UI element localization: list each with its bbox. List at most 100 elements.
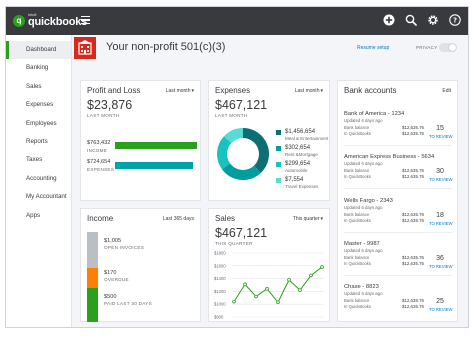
bank-account-name[interactable]: Bank of America - 1234 <box>344 111 404 117</box>
sales-card[interactable]: Sales This quarter▾ $467,121 THIS QUARTE… <box>208 208 330 322</box>
plus-icon[interactable] <box>382 13 396 27</box>
expenses-period-dropdown[interactable]: Last month▾ <box>295 88 323 94</box>
legend-swatch <box>276 146 281 151</box>
to-review-link[interactable]: TO REVIEW <box>429 307 452 312</box>
divider <box>344 188 452 189</box>
y-tick-label: $1000 <box>214 302 226 307</box>
company-name: Your non-profit 501(c)(3) <box>106 41 226 53</box>
to-review-link[interactable]: TO REVIEW <box>429 134 452 139</box>
bank-edit-link[interactable]: Edit <box>442 88 451 94</box>
svg-text:?: ? <box>453 17 457 25</box>
expenses-total-label: LAST MONTH <box>215 113 248 118</box>
review-count[interactable]: 25 <box>430 298 450 305</box>
company-logo <box>74 37 96 59</box>
income-open-amount: $1,005 <box>104 238 122 244</box>
sales-data-point[interactable] <box>243 282 247 287</box>
sales-data-point[interactable] <box>287 278 291 282</box>
y-tick-label: $1800 <box>214 251 226 256</box>
y-tick-label: $1400 <box>214 276 226 281</box>
sales-line-chart[interactable]: $1800 $1600 $1400 $1200 $1000 $800 <box>212 249 328 321</box>
sales-data-point[interactable] <box>309 273 313 278</box>
income-card[interactable]: Income Last 365 days $1,005 OPEN INVOICE… <box>80 208 201 322</box>
net-income-label: LAST MONTH <box>87 113 120 118</box>
legend-swatch <box>276 162 281 167</box>
expenses-card[interactable]: Expenses Last month▾ $467,121 LAST MONTH… <box>208 80 330 201</box>
to-review-link[interactable]: TO REVIEW <box>429 177 452 182</box>
expenses-label: EXPENSES <box>87 167 115 172</box>
expenses-donut-chart[interactable] <box>215 126 271 182</box>
bank-account-name[interactable]: American Express Business - 5634 <box>344 154 434 160</box>
sales-data-point[interactable] <box>254 294 258 299</box>
review-count[interactable]: 36 <box>430 255 450 262</box>
income-bar-open[interactable] <box>87 232 98 268</box>
bank-updated: Updated 6 days ago <box>344 248 383 253</box>
top-icons: ? <box>382 13 462 27</box>
income-bar-overdue[interactable] <box>87 268 98 288</box>
bank-account-name[interactable]: Wells Fargo - 2343 <box>344 198 393 204</box>
sales-period-dropdown[interactable]: This quarter▾ <box>293 216 323 222</box>
sales-data-point[interactable] <box>320 265 324 269</box>
sales-data-point[interactable] <box>265 287 269 291</box>
sidebar-item-sales[interactable]: Sales <box>6 78 71 96</box>
quickbooks-logo[interactable]: q intuit quickbooks <box>13 13 87 28</box>
chevron-down-icon: ▾ <box>320 88 323 94</box>
resume-setup-link[interactable]: Resume setup <box>357 45 389 51</box>
sidebar-item-taxes[interactable]: Taxes <box>6 151 71 169</box>
sidebar-item-reports[interactable]: Reports <box>6 133 71 151</box>
review-count[interactable]: 15 <box>430 125 450 132</box>
legend-swatch <box>276 178 281 183</box>
income-period: Last 365 days <box>162 216 194 222</box>
hamburger-menu-icon[interactable] <box>81 16 90 24</box>
income-open-label: OPEN INVOICES <box>104 245 145 250</box>
sidebar-item-employees[interactable]: Employees <box>6 115 71 133</box>
sidebar-item-apps[interactable]: Apps <box>6 207 71 225</box>
income-bar-paid[interactable] <box>87 288 98 322</box>
sales-title: Sales <box>215 214 236 223</box>
sales-data-point[interactable] <box>298 288 302 292</box>
y-tick-label: $800 <box>214 315 224 320</box>
sales-data-point[interactable] <box>276 300 280 305</box>
gear-icon[interactable] <box>426 13 440 27</box>
profit-loss-title: Profit and Loss <box>87 86 141 95</box>
sidebar-item-expenses[interactable]: Expenses <box>6 96 71 114</box>
sidebar: Dashboard Banking Sales Expenses Employe… <box>6 35 72 327</box>
privacy-toggle[interactable] <box>439 43 457 52</box>
review-count[interactable]: 30 <box>430 168 450 175</box>
search-icon[interactable] <box>404 13 418 27</box>
profit-loss-card[interactable]: Profit and Loss Last month▾ $23,876 LAST… <box>80 80 201 201</box>
income-bar[interactable] <box>115 142 197 149</box>
bank-updated: Updated 6 days ago <box>344 118 383 123</box>
review-count[interactable]: 18 <box>430 212 450 219</box>
privacy-label: PRIVACY <box>416 45 438 50</box>
chevron-down-icon: ▾ <box>191 88 194 94</box>
income-title: Income <box>87 214 114 223</box>
logo-intuit-text: intuit <box>28 12 37 17</box>
expenses-bar[interactable] <box>115 162 193 169</box>
expenses-amount: $724,654 <box>87 159 111 165</box>
bank-account-name[interactable]: Chase - 8823 <box>344 284 379 290</box>
divider <box>344 145 452 146</box>
sidebar-item-dashboard[interactable]: Dashboard <box>6 41 71 60</box>
help-icon[interactable]: ? <box>448 13 462 27</box>
divider <box>344 275 452 276</box>
bank-account-name[interactable]: Master - 9987 <box>344 241 380 247</box>
sidebar-item-my-accountant[interactable]: My Accountant <box>6 188 71 206</box>
qb-logo-icon: q <box>13 14 25 27</box>
top-bar: q intuit quickbooks ? <box>6 7 468 35</box>
chevron-down-icon: ▾ <box>320 216 323 222</box>
bank-accounts-title: Bank accounts <box>344 86 397 95</box>
sidebar-item-accounting[interactable]: Accounting <box>6 170 71 188</box>
sales-data-point[interactable] <box>232 299 236 304</box>
legend-swatch <box>276 130 281 135</box>
to-review-link[interactable]: TO REVIEW <box>429 264 452 269</box>
net-income-value: $23,876 <box>87 98 133 112</box>
income-amount: $763,432 <box>87 140 111 146</box>
to-review-link[interactable]: TO REVIEW <box>429 221 452 226</box>
profit-loss-period-dropdown[interactable]: Last month▾ <box>166 88 194 94</box>
logo-name-text: quickbooks <box>28 16 88 28</box>
bank-updated: Updated 6 days ago <box>344 205 383 210</box>
income-paid-amount: $500 <box>104 294 117 300</box>
sidebar-item-banking[interactable]: Banking <box>6 59 71 77</box>
expenses-title: Expenses <box>215 86 251 95</box>
expenses-legend: $1,456,654 Meal & Entertainment $302,654… <box>276 129 328 193</box>
